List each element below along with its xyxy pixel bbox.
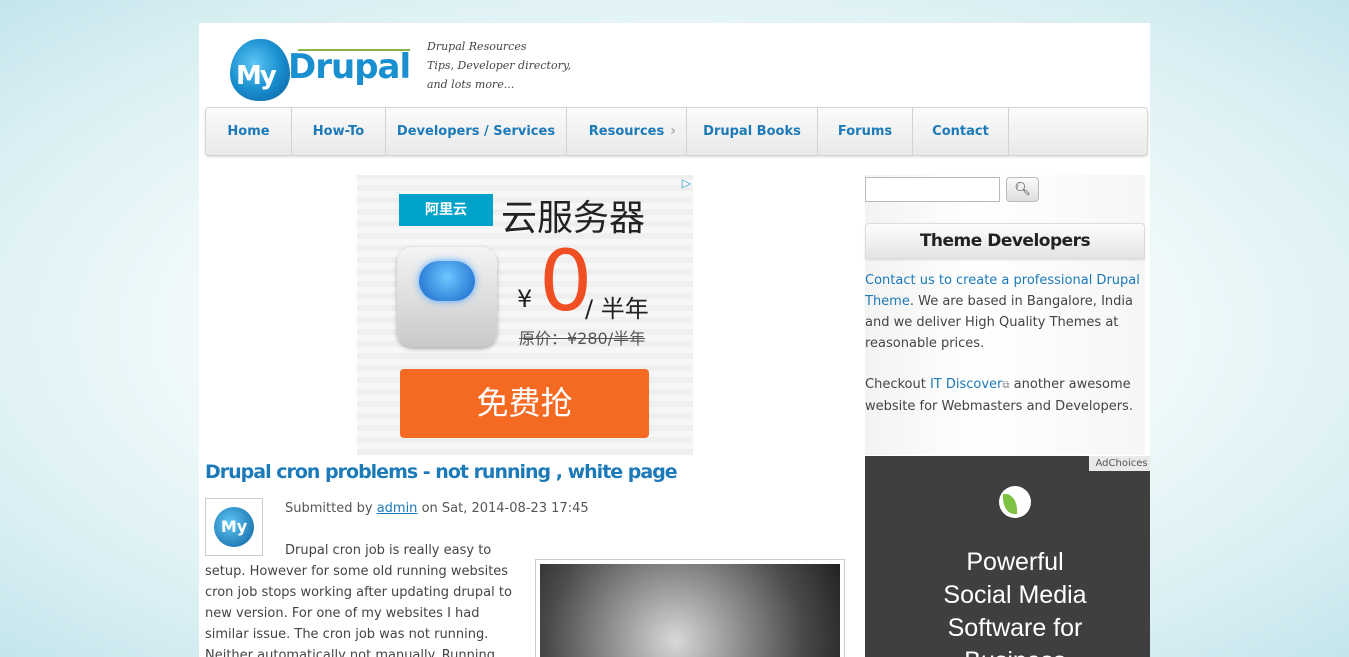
adchoices-badge[interactable]: AdChoices ▷ bbox=[1089, 456, 1150, 471]
chevron-right-icon: › bbox=[670, 123, 676, 139]
search-button[interactable]: 🔍︎ bbox=[1006, 177, 1039, 202]
adchoices-label: AdChoices bbox=[1095, 458, 1148, 469]
ad-text-line-4: Business bbox=[865, 645, 1150, 657]
tagline-line-1: Drupal Resources bbox=[427, 40, 527, 53]
ad-headline-text: Powerful Social Media Software for Busin… bbox=[865, 546, 1150, 657]
it-discover-link[interactable]: IT Discover bbox=[930, 377, 1002, 392]
main-nav: Home How-To Developers / Services Resour… bbox=[205, 107, 1148, 156]
adchoices-icon[interactable]: ▷ bbox=[682, 176, 691, 190]
ad-text-line-3: Software for bbox=[947, 614, 1083, 642]
aliyun-logo: 阿里云 bbox=[399, 194, 493, 226]
site-logo[interactable]: My Drupal bbox=[226, 33, 414, 101]
article-title[interactable]: Drupal cron problems - not running , whi… bbox=[205, 461, 678, 483]
nav-item-developers-services[interactable]: Developers / Services bbox=[386, 108, 567, 155]
search-icon: 🔍︎ bbox=[1014, 182, 1031, 197]
aliyun-brand: 阿里云 bbox=[425, 202, 467, 218]
leaf-icon bbox=[999, 486, 1031, 518]
article-body: Drupal cron job is really easy to setup.… bbox=[205, 543, 512, 657]
ad-text-line-2: Social Media bbox=[943, 581, 1087, 609]
theme-developers-title: Theme Developers bbox=[865, 223, 1145, 259]
aliyun-ad[interactable]: ▷ 阿里云 云服务器 ¥ 0 / 半年 原价：¥280/半年 免费抢 bbox=[357, 175, 693, 455]
tagline-line-2: Tips, Developer directory, bbox=[427, 59, 572, 72]
checkout-prefix: Checkout bbox=[865, 377, 930, 392]
article-image-content bbox=[540, 564, 840, 657]
theme-developers-body: Contact us to create a professional Drup… bbox=[865, 270, 1143, 437]
nav-item-drupal-books[interactable]: Drupal Books bbox=[687, 108, 818, 155]
page: My Drupal Drupal Resources Tips, Develop… bbox=[199, 23, 1150, 657]
sidebar: 🔍︎ Theme Developers Contact us to create… bbox=[865, 175, 1145, 455]
nav-item-home[interactable]: Home bbox=[206, 108, 292, 155]
ad-cta-button[interactable]: 免费抢 bbox=[400, 369, 649, 438]
nav-item-contact[interactable]: Contact bbox=[913, 108, 1009, 155]
contact-paragraph: Contact us to create a professional Drup… bbox=[865, 270, 1143, 354]
checkout-paragraph: Checkout IT Discover⧉ another awesome we… bbox=[865, 374, 1143, 417]
nav-item-forums[interactable]: Forums bbox=[818, 108, 913, 155]
drupal-drop-icon: My bbox=[230, 39, 290, 101]
social-media-ad[interactable]: AdChoices ▷ Powerful Social Media Softwa… bbox=[865, 456, 1150, 657]
tagline-line-3: and lots more... bbox=[427, 78, 515, 91]
nav-item-how-to[interactable]: How-To bbox=[292, 108, 386, 155]
nav-item-resources-label: Resources bbox=[588, 124, 665, 139]
logo-drupal-text: Drupal bbox=[288, 47, 411, 87]
site-tagline: Drupal Resources Tips, Developer directo… bbox=[427, 37, 587, 94]
article-image bbox=[535, 559, 845, 657]
submitted-info: Submitted by admin on Sat, 2014-08-23 17… bbox=[285, 501, 589, 516]
cloud-icon bbox=[419, 261, 475, 301]
nav-item-resources[interactable]: Resources › bbox=[567, 108, 687, 155]
submitted-date: on Sat, 2014-08-23 17:45 bbox=[421, 501, 589, 516]
search-input[interactable] bbox=[865, 177, 1000, 202]
cloud-server-icon bbox=[397, 247, 497, 347]
ad-original-price: 原价：¥280/半年 bbox=[519, 329, 646, 348]
ad-text-line-1: Powerful bbox=[966, 548, 1064, 576]
logo-my-text: My bbox=[236, 61, 277, 91]
submitted-prefix: Submitted by bbox=[285, 501, 373, 516]
author-link[interactable]: admin bbox=[377, 501, 418, 516]
external-link-icon: ⧉ bbox=[1002, 380, 1010, 391]
ad-currency: ¥ bbox=[517, 285, 533, 313]
ad-period: / 半年 bbox=[585, 295, 649, 323]
